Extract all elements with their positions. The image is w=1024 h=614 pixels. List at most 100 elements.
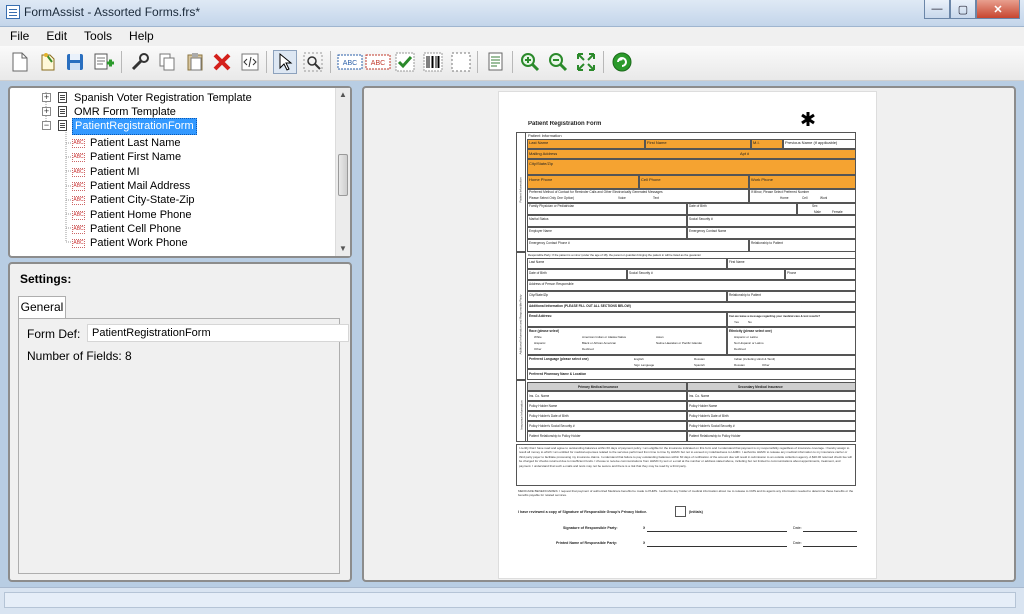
ins2-dob: Policy Holder's Date of Birth	[687, 411, 856, 421]
document-view-icon[interactable]	[484, 50, 508, 74]
ethnicity-block: Ethnicity (please select one) Hispanic o…	[727, 327, 856, 355]
open-icon[interactable]	[36, 50, 60, 74]
form-icon	[58, 106, 67, 117]
copy-icon[interactable]	[155, 50, 179, 74]
field-home-phone[interactable]: Home Phone	[527, 175, 639, 189]
barcode-field-icon[interactable]	[421, 50, 445, 74]
run-icon[interactable]	[610, 50, 634, 74]
initials-box[interactable]	[675, 506, 686, 517]
row-emergency-phone: Emergency Contact Phone #	[527, 239, 749, 252]
region-field-icon[interactable]	[449, 50, 473, 74]
initials-label: (Initials)	[689, 510, 703, 514]
medicare-text: MEDICARE BENEFICIARIES: I request that p…	[518, 489, 854, 498]
field-city-state-zip[interactable]: City/State/Zip	[527, 159, 856, 175]
ins2-holder: Policy Holder Name	[687, 401, 856, 411]
text-field-icon: ABC	[72, 168, 85, 177]
form-icon	[58, 92, 67, 103]
section-insurance-label: Insurance Information	[519, 400, 524, 430]
new-document-icon[interactable]	[8, 50, 32, 74]
text-field-alt-icon[interactable]: ABC	[365, 50, 391, 74]
field-mi[interactable]: M.I.	[751, 139, 783, 149]
code-icon[interactable]	[238, 50, 262, 74]
ins2-relationship: Patient Relationship to Policy Holder	[687, 431, 856, 442]
zoom-out-icon[interactable]	[546, 50, 570, 74]
scroll-thumb[interactable]	[338, 154, 348, 196]
properties-icon[interactable]	[128, 50, 152, 74]
row-contact-method: Preferred Method of Contact for Reminder…	[527, 189, 749, 203]
menu-tools[interactable]: Tools	[73, 27, 118, 43]
rp-first-name: First Name	[727, 258, 856, 269]
row-marital-status: Marital Status	[527, 215, 687, 227]
form-tree: + Spanish Voter Registration Template + …	[10, 88, 337, 256]
text-field-icon: ABC	[72, 182, 85, 191]
zoom-in-icon[interactable]	[518, 50, 542, 74]
rp-phone: Phone	[785, 269, 856, 280]
printed-name-label: Printed Name of Responsible Party:	[556, 541, 618, 545]
section-additional-label: Additional Information and Responsible P…	[518, 294, 523, 355]
document-viewer[interactable]: Patient Registration Form Patient Inform…	[362, 86, 1016, 582]
row-minor-number: If Minor, Please Select Preferred Number…	[749, 189, 856, 203]
form-icon	[58, 120, 67, 131]
ins2-company: Ins. Co. Name	[687, 391, 856, 401]
menu-edit[interactable]: Edit	[35, 27, 73, 43]
printed-date-line	[803, 546, 857, 547]
ins1-relationship: Patient Relationship to Policy Holder	[527, 431, 687, 442]
row-sex: Sex Male Female	[797, 203, 856, 215]
ins1-company: Ins. Co. Name	[527, 391, 687, 401]
row-relationship: Relationship to Patient	[749, 239, 856, 252]
privacy-notice-line: I have reviewed a copy of Signature of R…	[518, 510, 648, 514]
text-field-icon: ABC	[72, 239, 85, 248]
row-family-physician: Family Physician or Pediatrician	[527, 203, 687, 215]
field-work-phone[interactable]: Work Phone	[749, 175, 856, 189]
checkbox-field-icon[interactable]	[393, 50, 417, 74]
consent-text: I certify that I have read and agree to …	[519, 446, 852, 468]
field-cell-phone[interactable]: Cell Phone	[639, 175, 749, 189]
save-icon[interactable]	[63, 50, 87, 74]
printed-date-label: Date:	[793, 541, 802, 545]
paste-icon[interactable]	[183, 50, 207, 74]
ins2-ssn: Policy Holder's Social Security #	[687, 421, 856, 431]
add-form-icon[interactable]	[92, 50, 116, 74]
expand-icon[interactable]: +	[42, 93, 51, 102]
tab-general[interactable]: General	[18, 296, 66, 318]
email-address: Email Address:	[527, 312, 727, 327]
menu-help[interactable]: Help	[118, 27, 160, 43]
row-employer: Employer Name	[527, 227, 687, 239]
form-text: Patient Information	[528, 133, 562, 138]
ins1-holder: Policy Holder Name	[527, 401, 687, 411]
scroll-up-icon[interactable]: ▲	[336, 88, 350, 102]
form-page[interactable]: Patient Registration Form Patient Inform…	[499, 92, 876, 578]
text-field-icon: ABC	[72, 153, 85, 162]
additional-info-header: Additional Information (PLEASE FILL OUT …	[527, 302, 856, 312]
signature-x: X	[643, 526, 646, 530]
tree-scrollbar[interactable]: ▲ ▼	[335, 88, 350, 256]
close-button[interactable]: ✕	[976, 0, 1020, 19]
collapse-icon[interactable]: −	[42, 121, 51, 130]
text-field-icon: ABC	[72, 196, 85, 205]
form-def-field[interactable]: PatientRegistrationForm	[87, 324, 349, 342]
field-first-name[interactable]: First Name	[645, 139, 751, 149]
select-pointer-icon[interactable]	[273, 50, 297, 74]
settings-title: Settings:	[20, 272, 72, 286]
fit-page-icon[interactable]	[574, 50, 598, 74]
field-mailing-address[interactable]: Mailing Address Apt #	[527, 149, 856, 159]
scroll-down-icon[interactable]: ▼	[336, 242, 350, 256]
ins1-ssn: Policy Holder's Social Security #	[527, 421, 687, 431]
maximize-button[interactable]: ▢	[950, 0, 976, 19]
row-ssn: Social Security #	[687, 215, 856, 227]
status-bar	[0, 587, 1024, 614]
expand-icon[interactable]: +	[42, 107, 51, 116]
medical-star-icon	[801, 112, 815, 126]
svg-text:ABC: ABC	[343, 60, 357, 67]
text-field-icon[interactable]: ABC	[337, 50, 363, 74]
rp-city: City/State/Zip	[527, 291, 727, 302]
zoom-select-icon[interactable]	[301, 50, 325, 74]
rp-dob: Date of Birth	[527, 269, 627, 280]
section-patient-label: Patient Information	[518, 177, 523, 203]
settings-panel: Settings: General Form Def: PatientRegis…	[8, 262, 352, 582]
field-last-name[interactable]: Last Name	[527, 139, 645, 149]
signature-label: Signature of Responsible Party:	[563, 526, 618, 530]
menu-file[interactable]: File	[0, 27, 35, 43]
delete-icon[interactable]	[210, 50, 234, 74]
minimize-button[interactable]: —	[924, 0, 950, 19]
